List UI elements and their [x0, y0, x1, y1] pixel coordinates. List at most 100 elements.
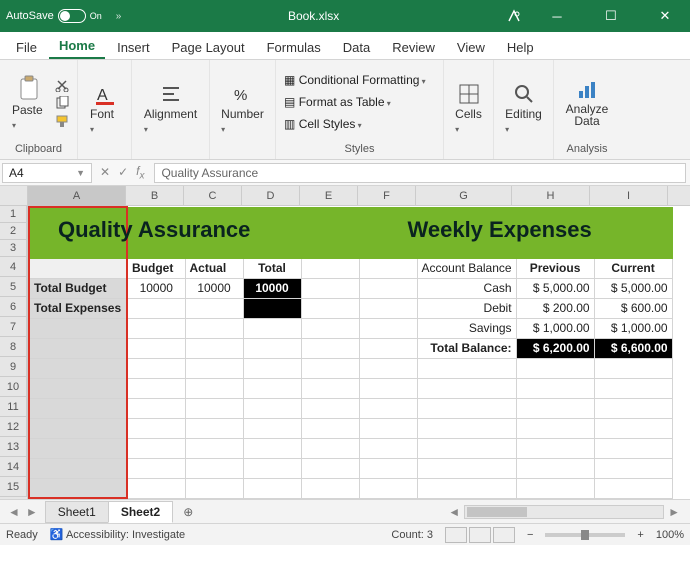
row-header-2[interactable]: 2	[0, 223, 27, 240]
format-painter-icon[interactable]	[55, 114, 69, 128]
cell-I13[interactable]	[594, 438, 672, 458]
cell-I2[interactable]	[594, 224, 672, 241]
cell-E13[interactable]	[301, 438, 359, 458]
cell-I7[interactable]: $ 1,000.00	[594, 318, 672, 338]
horizontal-scrollbar[interactable]	[464, 505, 664, 519]
cell-H12[interactable]	[516, 418, 594, 438]
cell-F4[interactable]	[359, 258, 417, 278]
cell-G11[interactable]	[417, 398, 516, 418]
tab-home[interactable]: Home	[49, 34, 105, 59]
cell-H15[interactable]	[516, 478, 594, 498]
fx-icon[interactable]: fx	[136, 164, 144, 181]
cell-E10[interactable]	[301, 378, 359, 398]
formula-bar[interactable]: Quality Assurance	[154, 163, 686, 183]
cell-C15[interactable]	[185, 478, 243, 498]
name-box[interactable]: A4 ▼	[2, 163, 92, 183]
cell-G13[interactable]	[417, 438, 516, 458]
sheet-tab-1[interactable]: Sheet1	[45, 501, 109, 523]
row-header-10[interactable]: 10	[0, 377, 27, 397]
cell-D2[interactable]	[243, 224, 301, 241]
cell-A5[interactable]: Total Budget	[29, 278, 127, 298]
cell-I8[interactable]: $ 6,600.00	[594, 338, 672, 358]
cell-H13[interactable]	[516, 438, 594, 458]
cell-G12[interactable]	[417, 418, 516, 438]
cell-E1[interactable]	[301, 207, 359, 224]
tab-view[interactable]: View	[447, 36, 495, 59]
sheet-tab-2[interactable]: Sheet2	[108, 501, 173, 523]
column-header-E[interactable]: E	[300, 186, 358, 206]
scroll-right[interactable]: ►	[664, 505, 684, 519]
page-break-view[interactable]	[493, 527, 515, 543]
cell-I10[interactable]	[594, 378, 672, 398]
cell-C7[interactable]	[185, 318, 243, 338]
row-header-13[interactable]: 13	[0, 437, 27, 457]
row-header-7[interactable]: 7	[0, 317, 27, 337]
cell-A12[interactable]	[29, 418, 127, 438]
tab-file[interactable]: File	[6, 36, 47, 59]
cell-B4[interactable]: Budget	[127, 258, 185, 278]
cell-C6[interactable]	[185, 298, 243, 318]
column-header-B[interactable]: B	[126, 186, 184, 206]
cell-E2[interactable]	[301, 224, 359, 241]
cell-D9[interactable]	[243, 358, 301, 378]
cell-D1[interactable]	[243, 207, 301, 224]
cell-H11[interactable]	[516, 398, 594, 418]
cell-I11[interactable]	[594, 398, 672, 418]
cell-F10[interactable]	[359, 378, 417, 398]
row-header-8[interactable]: 8	[0, 337, 27, 357]
cell-B11[interactable]	[127, 398, 185, 418]
cell-C9[interactable]	[185, 358, 243, 378]
cell-C14[interactable]	[185, 458, 243, 478]
add-sheet-button[interactable]: ⊕	[173, 505, 203, 519]
cell-D6[interactable]	[243, 298, 301, 318]
cell-F5[interactable]	[359, 278, 417, 298]
cell-H5[interactable]: $ 5,000.00	[516, 278, 594, 298]
cell-D13[interactable]	[243, 438, 301, 458]
cancel-formula-icon[interactable]: ✕	[100, 165, 110, 179]
column-header-H[interactable]: H	[512, 186, 590, 206]
cell-C3[interactable]	[185, 241, 243, 258]
cell-I15[interactable]	[594, 478, 672, 498]
row-header-6[interactable]: 6	[0, 297, 27, 317]
cell-F6[interactable]	[359, 298, 417, 318]
column-header-A[interactable]: A	[28, 186, 126, 206]
row-header-14[interactable]: 14	[0, 457, 27, 477]
column-header-F[interactable]: F	[358, 186, 416, 206]
tab-insert[interactable]: Insert	[107, 36, 160, 59]
autosave-toggle[interactable]: AutoSave On	[6, 9, 102, 23]
cell-F9[interactable]	[359, 358, 417, 378]
cell-E11[interactable]	[301, 398, 359, 418]
sheet-nav-prev[interactable]: ◄	[8, 505, 20, 519]
cell-I1[interactable]	[594, 207, 672, 224]
normal-view[interactable]	[445, 527, 467, 543]
cell-G2[interactable]: Weekly Expenses	[417, 224, 516, 241]
row-header-3[interactable]: 3	[0, 240, 27, 257]
cell-F15[interactable]	[359, 478, 417, 498]
cell-D14[interactable]	[243, 458, 301, 478]
cell-B6[interactable]	[127, 298, 185, 318]
cell-C8[interactable]	[185, 338, 243, 358]
analyze-data-button[interactable]: Analyze Data	[562, 77, 613, 129]
cell-A6[interactable]: Total Expenses	[29, 298, 127, 318]
cell-D15[interactable]	[243, 478, 301, 498]
enter-formula-icon[interactable]: ✓	[118, 165, 128, 179]
cell-G8[interactable]: Total Balance:	[417, 338, 516, 358]
cell-E9[interactable]	[301, 358, 359, 378]
cell-E7[interactable]	[301, 318, 359, 338]
column-header-G[interactable]: G	[416, 186, 512, 206]
cell-G7[interactable]: Savings	[417, 318, 516, 338]
minimize-button[interactable]: ─	[538, 4, 576, 28]
cell-I14[interactable]	[594, 458, 672, 478]
cell-G9[interactable]	[417, 358, 516, 378]
cell-F12[interactable]	[359, 418, 417, 438]
cell-E6[interactable]	[301, 298, 359, 318]
row-header-15[interactable]: 15	[0, 477, 27, 497]
cell-B3[interactable]	[127, 241, 185, 258]
cell-C10[interactable]	[185, 378, 243, 398]
cell-H4[interactable]: Previous	[516, 258, 594, 278]
cell-C13[interactable]	[185, 438, 243, 458]
cell-A4[interactable]	[29, 258, 127, 278]
cell-G5[interactable]: Cash	[417, 278, 516, 298]
cell-D8[interactable]	[243, 338, 301, 358]
cell-E3[interactable]	[301, 241, 359, 258]
